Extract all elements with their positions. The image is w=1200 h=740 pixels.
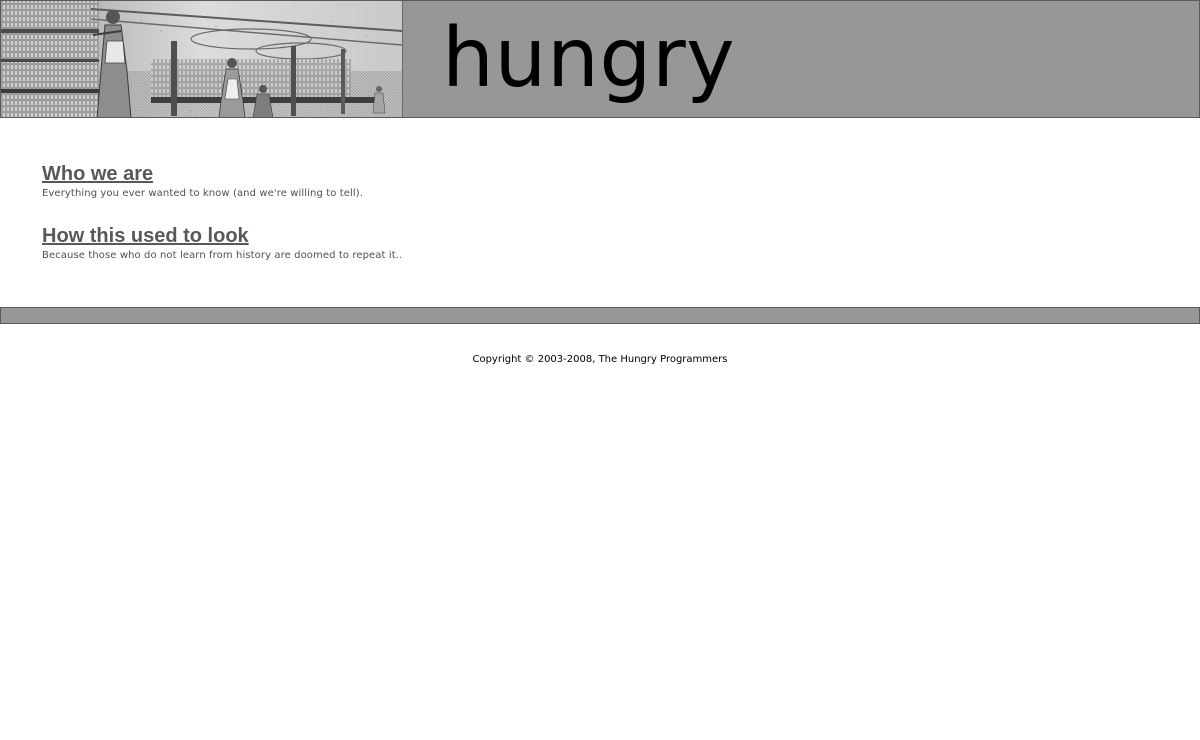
who-we-are-link[interactable]: Who we are bbox=[42, 162, 153, 187]
copyright-text: Copyright © 2003-2008, The Hungry Progra… bbox=[472, 354, 728, 365]
main-content: Who we are Everything you ever wanted to… bbox=[42, 162, 1142, 286]
site-title: hungry bbox=[442, 11, 736, 106]
who-we-are-description: Everything you ever wanted to know (and … bbox=[42, 188, 364, 199]
history-link[interactable]: How this used to look bbox=[42, 224, 249, 249]
list-item: How this used to look Because those who … bbox=[42, 224, 1142, 263]
site-header: hungry bbox=[0, 0, 1200, 118]
banner-image bbox=[1, 1, 403, 117]
history-description: Because those who do not learn from hist… bbox=[42, 250, 403, 261]
list-item: Who we are Everything you ever wanted to… bbox=[42, 162, 1142, 201]
footer-divider-bar bbox=[0, 307, 1200, 324]
